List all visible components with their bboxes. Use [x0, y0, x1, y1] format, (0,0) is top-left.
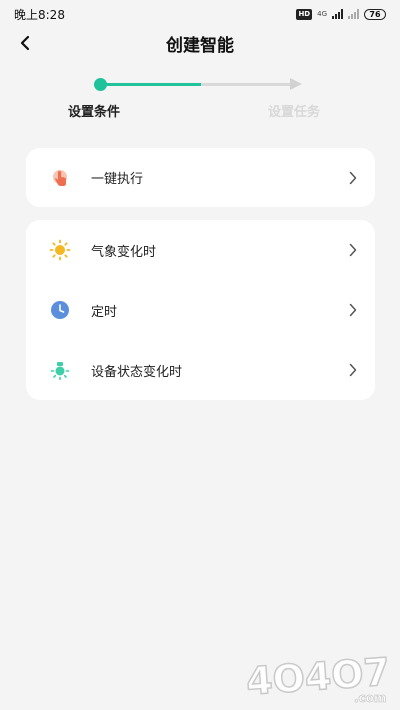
chevron-left-icon	[20, 35, 30, 51]
device-light-icon	[48, 358, 72, 382]
hd-badge: HD	[296, 8, 313, 20]
page-title: 创建智能	[166, 35, 234, 56]
battery-icon: 76	[364, 8, 386, 20]
option-weather-change[interactable]: 气象变化时	[26, 220, 375, 280]
chevron-right-icon	[347, 243, 359, 257]
option-device-state-change[interactable]: 设备状态变化时	[26, 340, 375, 400]
step-progress-inactive	[201, 83, 291, 86]
step-arrow-icon	[290, 78, 302, 90]
app-header: 创建智能	[0, 28, 400, 58]
option-label: 设备状态变化时	[91, 364, 183, 380]
signal-strength-icon	[332, 9, 343, 19]
option-label: 气象变化时	[91, 244, 157, 260]
tap-hand-icon	[48, 166, 72, 190]
sun-icon	[48, 238, 72, 262]
step-label-tasks: 设置任务	[268, 105, 321, 120]
chevron-right-icon	[347, 303, 359, 317]
condition-options-card: 气象变化时 定时 设备状态变化时	[26, 220, 375, 400]
step-indicator: 设置条件 设置任务	[0, 72, 400, 122]
step-label-conditions: 设置条件	[68, 105, 121, 120]
network-type: 4G	[317, 10, 327, 18]
status-bar: 晚上8:28 HD 4G 76	[0, 0, 400, 28]
step-progress-active	[101, 83, 201, 86]
option-one-tap-execute[interactable]: 一键执行	[26, 148, 375, 207]
option-label: 一键执行	[91, 172, 144, 187]
clock-icon	[48, 298, 72, 322]
option-timer[interactable]: 定时	[26, 280, 375, 340]
battery-level: 76	[369, 9, 381, 19]
svg-text:.com: .com	[354, 691, 386, 705]
option-label: 定时	[91, 304, 118, 320]
step-current-dot	[94, 78, 107, 91]
signal-weak-icon	[348, 9, 359, 19]
status-icons: HD 4G 76	[296, 8, 386, 20]
manual-trigger-card: 一键执行	[26, 148, 375, 207]
chevron-right-icon	[347, 171, 359, 185]
site-watermark-logo: 4O4O7 .com	[242, 646, 392, 706]
status-time: 晚上8:28	[14, 7, 65, 22]
chevron-right-icon	[347, 363, 359, 377]
back-button[interactable]	[12, 30, 38, 56]
